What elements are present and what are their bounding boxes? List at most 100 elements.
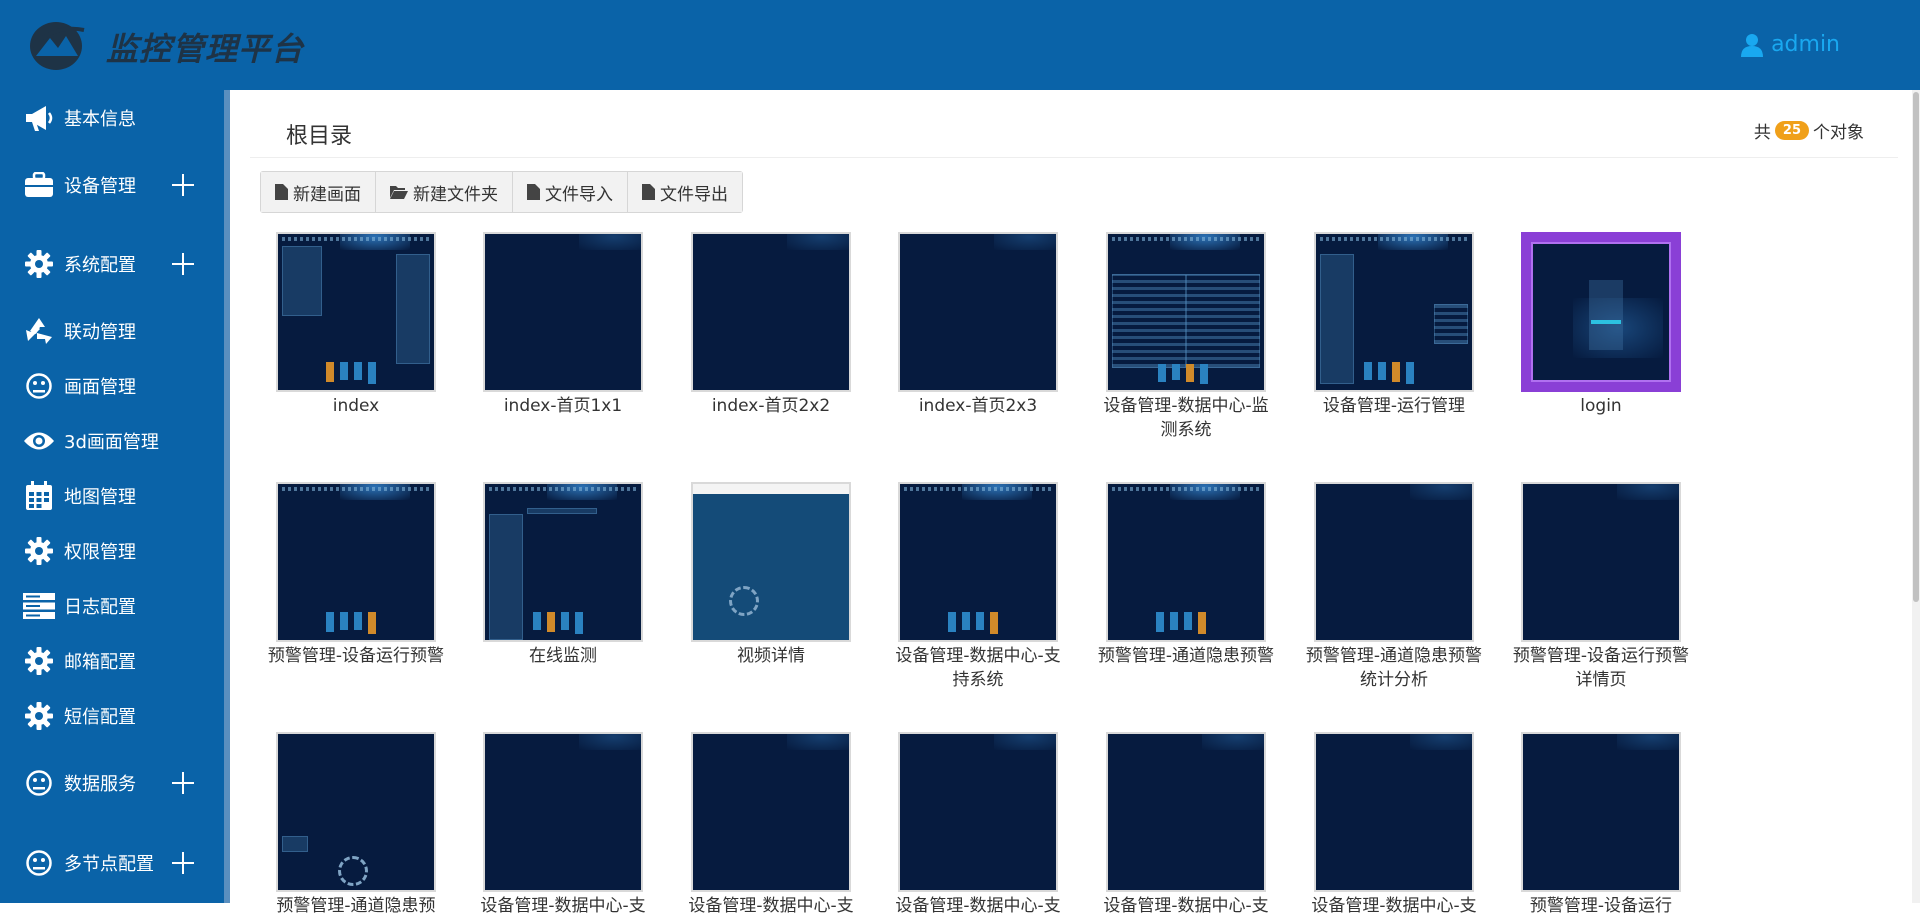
folder-open-icon xyxy=(390,186,408,199)
calendar-icon xyxy=(22,479,56,513)
screen-thumbnail[interactable] xyxy=(483,482,643,642)
screen-thumbnail[interactable] xyxy=(1106,232,1266,392)
sidebar-item[interactable]: 权限管理 xyxy=(0,526,224,576)
file-icon xyxy=(527,184,540,200)
file-icon xyxy=(275,184,288,200)
sidebar-item[interactable]: 日志配置 xyxy=(0,581,224,631)
count-suffix: 个对象 xyxy=(1813,123,1864,143)
breadcrumb: 根目录 xyxy=(286,124,353,149)
object-count: 共 25 个对象 xyxy=(1754,118,1864,143)
sidebar-item-label: 联动管理 xyxy=(64,322,136,343)
new-folder-button[interactable]: 新建文件夹 xyxy=(376,172,513,212)
face-icon xyxy=(22,766,56,800)
screen-thumbnail[interactable] xyxy=(898,232,1058,392)
screen-tile-label: 预警管理-通道隐患预警 xyxy=(1097,646,1275,666)
sidebar-item-label: 邮箱配置 xyxy=(64,652,136,673)
sidebar-item-label: 日志配置 xyxy=(64,597,136,618)
sidebar-item[interactable]: 数据服务 xyxy=(0,758,224,808)
screen-thumbnail[interactable] xyxy=(1521,482,1681,642)
gear-icon xyxy=(22,644,56,678)
new-screen-button[interactable]: 新建画面 xyxy=(261,172,376,212)
expand-plus-icon[interactable] xyxy=(170,770,196,796)
screen-tile-label: 预警管理-设备运行预警详情页 xyxy=(1512,646,1690,690)
new-screen-label: 新建画面 xyxy=(293,184,361,205)
sidebar-item[interactable]: 联动管理 xyxy=(0,306,224,356)
screen-tile-label: 预警管理-设备运行 xyxy=(1529,896,1673,916)
sidebar-item-label: 多节点配置 xyxy=(64,854,154,875)
screen-thumbnail[interactable] xyxy=(1314,232,1474,392)
import-button[interactable]: 文件导入 xyxy=(513,172,628,212)
screen-tile-label: 预警管理-通道隐患预警统计分析 xyxy=(1305,646,1483,690)
server-icon xyxy=(22,589,56,623)
screen-tile-label: 设备管理-数据中心-支 xyxy=(1311,896,1477,916)
main-content: 根目录 共 25 个对象 新建画面 新建文件夹 文件导入 文件导出 index i… xyxy=(230,90,1912,916)
screen-thumbnail[interactable] xyxy=(483,732,643,892)
screen-thumbnail[interactable] xyxy=(898,482,1058,642)
screen-tile-label: 预警管理-通道隐患预 xyxy=(276,896,436,916)
gear-icon xyxy=(22,534,56,568)
screen-tile-label: 预警管理-设备运行预警 xyxy=(267,646,445,666)
count-badge: 25 xyxy=(1774,121,1809,140)
sidebar-item[interactable]: 多节点配置 xyxy=(0,838,224,888)
screen-tile-label: index-首页2x2 xyxy=(711,396,831,416)
gear-icon xyxy=(22,699,56,733)
sidebar-item-label: 数据服务 xyxy=(64,774,136,795)
screen-thumbnail[interactable] xyxy=(1521,732,1681,892)
screen-thumbnail[interactable] xyxy=(691,482,851,642)
username: admin xyxy=(1771,32,1840,57)
gear-icon xyxy=(22,247,56,281)
screen-tile-label: 设备管理-数据中心-支 xyxy=(895,896,1061,916)
screen-thumbnail[interactable] xyxy=(1106,482,1266,642)
divider xyxy=(250,157,1898,158)
screen-thumbnail[interactable] xyxy=(1106,732,1266,892)
count-prefix: 共 xyxy=(1753,123,1771,143)
screen-thumbnail[interactable] xyxy=(691,232,851,392)
screen-tile-label: 设备管理-运行管理 xyxy=(1322,396,1466,416)
screen-tile-label: index xyxy=(332,396,380,416)
screen-tile-label: login xyxy=(1580,396,1622,416)
sidebar-item[interactable]: 地图管理 xyxy=(0,471,224,521)
screen-thumbnail[interactable] xyxy=(276,232,436,392)
screen-tile-label: 设备管理-数据中心-支 xyxy=(1103,896,1269,916)
face-icon xyxy=(22,369,56,403)
toolbar: 新建画面 新建文件夹 文件导入 文件导出 xyxy=(260,171,743,213)
sidebar-item[interactable]: 基本信息 xyxy=(0,93,224,143)
briefcase-icon xyxy=(22,168,56,202)
sidebar-item[interactable]: 邮箱配置 xyxy=(0,636,224,686)
sidebar-item-label: 设备管理 xyxy=(64,176,136,197)
sidebar-item-label: 权限管理 xyxy=(64,542,136,563)
top-header: 监控管理平台 admin xyxy=(0,0,1920,90)
logo-icon xyxy=(30,22,85,70)
sidebar-item[interactable]: 系统配置 xyxy=(0,239,224,289)
screen-thumbnail[interactable] xyxy=(1314,732,1474,892)
screen-thumbnail[interactable] xyxy=(1521,232,1681,392)
sidebar-item[interactable]: 3d画面管理 xyxy=(0,416,224,466)
sidebar-item[interactable]: 画面管理 xyxy=(0,361,224,411)
sidebar-item[interactable]: 短信配置 xyxy=(0,691,224,741)
sidebar-item-label: 画面管理 xyxy=(64,377,136,398)
expand-plus-icon[interactable] xyxy=(170,850,196,876)
expand-plus-icon[interactable] xyxy=(170,172,196,198)
screen-thumbnail[interactable] xyxy=(483,232,643,392)
screen-thumbnail[interactable] xyxy=(898,732,1058,892)
import-label: 文件导入 xyxy=(545,184,613,205)
recycle-icon xyxy=(22,314,56,348)
screen-thumbnail[interactable] xyxy=(276,482,436,642)
screen-tile-label: 设备管理-数据中心-支持系统 xyxy=(895,646,1061,690)
user-icon xyxy=(1741,33,1764,57)
eye-icon xyxy=(22,424,56,458)
export-button[interactable]: 文件导出 xyxy=(628,172,742,212)
screen-thumbnail[interactable] xyxy=(276,732,436,892)
expand-plus-icon[interactable] xyxy=(170,251,196,277)
screen-thumbnail[interactable] xyxy=(1314,482,1474,642)
user-menu[interactable]: admin xyxy=(1741,32,1840,57)
scrollbar-thumb[interactable] xyxy=(1913,92,1919,602)
face-icon xyxy=(22,846,56,880)
screen-tile-label: 设备管理-数据中心-支 xyxy=(688,896,854,916)
new-folder-label: 新建文件夹 xyxy=(413,184,498,205)
megaphone-icon xyxy=(22,101,56,135)
sidebar-item-label: 地图管理 xyxy=(64,487,136,508)
screen-thumbnail[interactable] xyxy=(691,732,851,892)
sidebar-item-label: 3d画面管理 xyxy=(64,432,159,453)
sidebar-item[interactable]: 设备管理 xyxy=(0,160,224,210)
